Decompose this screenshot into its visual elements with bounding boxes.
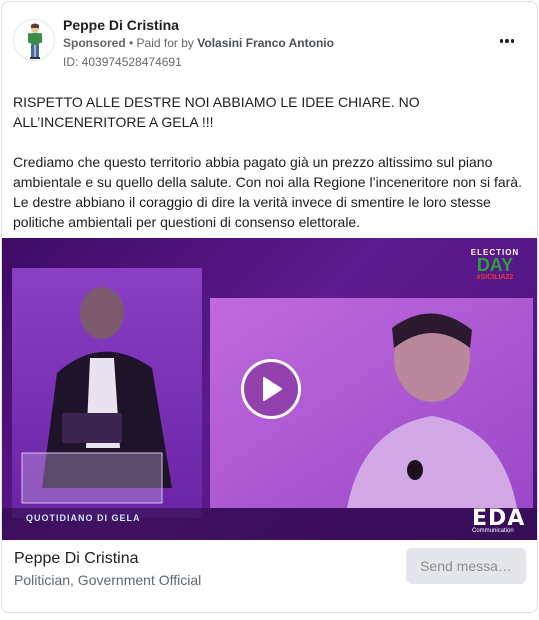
post-body: Crediamo che questo territorio abbia pag… <box>13 154 522 230</box>
author-name[interactable]: Peppe Di Cristina <box>63 17 179 33</box>
ad-id: ID: 403974528474691 <box>63 55 182 69</box>
more-options-button[interactable] <box>495 32 519 50</box>
sponsored-label: Sponsored <box>63 36 126 50</box>
quotidiano-logo: QUOTIDIANO DI GELA <box>26 513 141 523</box>
election-day-line2: DAY <box>476 255 514 275</box>
ad-footer: Peppe Di Cristina Politician, Government… <box>2 540 537 612</box>
post-header: Peppe Di Cristina Sponsored • Paid for b… <box>2 2 537 82</box>
avatar-figure-icon <box>14 20 54 60</box>
play-button[interactable] <box>241 359 301 419</box>
sponsored-line: Sponsored • Paid for by Volasini Franco … <box>63 36 334 50</box>
election-day-line3: #SICILIA22 <box>476 274 514 281</box>
page-name[interactable]: Peppe Di Cristina <box>14 550 139 568</box>
ad-card: Peppe Di Cristina Sponsored • Paid for b… <box>1 1 538 613</box>
play-icon <box>263 377 282 401</box>
post-text: RISPETTO ALLE DESTRE NOI ABBIAMO LE IDEE… <box>13 92 528 232</box>
post-headline: RISPETTO ALLE DESTRE NOI ABBIAMO LE IDEE… <box>13 94 420 130</box>
eda-logo: EDA Communication <box>472 506 525 534</box>
page-category: Politician, Government Official <box>14 572 202 588</box>
election-day-logo: ELECTION DAY #SICILIA22 <box>468 248 522 281</box>
avatar[interactable] <box>13 19 55 61</box>
video-player[interactable]: ELECTION DAY #SICILIA22 QUOTIDIANO DI GE… <box>2 238 537 540</box>
more-horizontal-icon <box>499 39 504 43</box>
paid-for-prefix: • Paid for by <box>129 36 194 50</box>
send-message-button[interactable]: Send messa… <box>406 548 526 584</box>
payer-name: Volasini Franco Antonio <box>197 36 334 50</box>
